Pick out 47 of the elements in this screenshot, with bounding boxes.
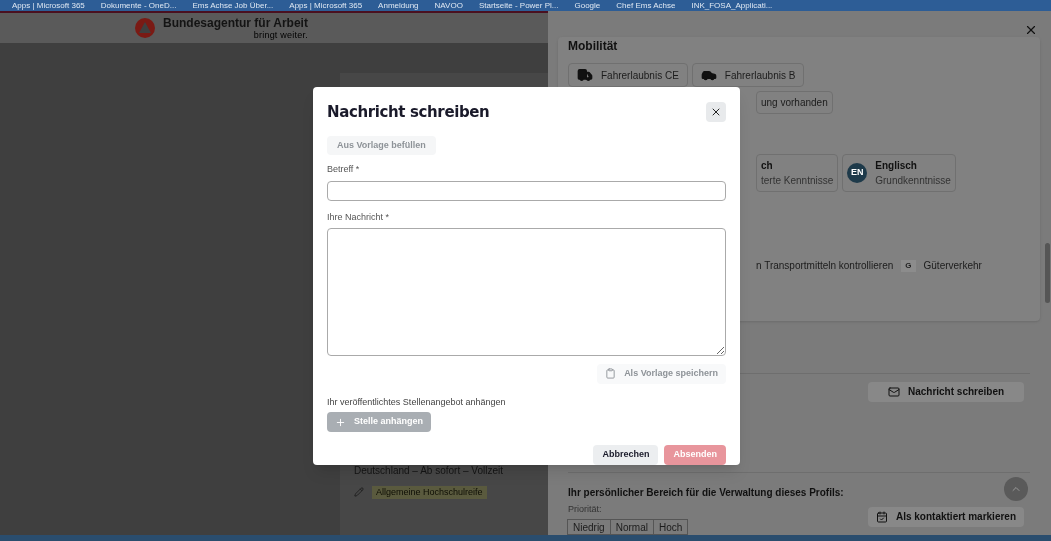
bookmark-link[interactable]: INK_FOSA_Applicati... <box>691 0 773 11</box>
scroll-top-button[interactable] <box>1004 476 1028 501</box>
brand-name: Bundesagentur für Arbeit <box>163 16 308 30</box>
pencil-icon <box>354 487 364 498</box>
language-badge: EN <box>847 163 868 183</box>
truck-icon <box>577 67 593 83</box>
message-field[interactable] <box>327 228 726 356</box>
bookmark-link[interactable]: Ems Achse Job Über... <box>192 0 274 11</box>
language-name: Englisch <box>875 159 918 173</box>
bookmark-link[interactable]: Apps | Microsoft 365 <box>289 0 363 11</box>
skill-label: Güterverkehr <box>923 259 982 273</box>
skill-text: n Transportmitteln kontrollieren <box>756 259 894 273</box>
cancel-button[interactable]: Abbrechen <box>593 445 659 465</box>
bookmark-link[interactable]: Startseite - Power Pl... <box>478 0 559 11</box>
close-icon[interactable] <box>1024 23 1038 37</box>
plus-icon <box>335 416 346 428</box>
calendar-icon <box>875 510 888 523</box>
subject-field[interactable] <box>327 180 726 201</box>
bookmark-link[interactable]: Apps | Microsoft 365 <box>12 0 85 11</box>
attach-label: Ihr veröffentlichtes Stellenangebot anhängen <box>327 395 507 409</box>
bookmark-link[interactable]: Google <box>574 0 601 11</box>
dialog-title: Nachricht schreiben <box>327 102 490 123</box>
section-title: Mobilität <box>568 38 619 55</box>
language-level: terte Kenntnisse <box>761 174 834 188</box>
field-label: Betreff * <box>327 163 361 177</box>
license-label: Fahrerlaubnis B <box>724 68 796 83</box>
mark-contacted-button[interactable]: Als kontaktiert markieren <box>868 506 1024 527</box>
language-level: Grundkenntnisse <box>875 174 951 188</box>
close-button[interactable] <box>706 102 726 123</box>
logo-icon <box>135 18 155 38</box>
personal-area-title: Ihr persönlicher Bereich für die Verwaltung dieses Profils: <box>568 485 844 500</box>
bookmark-link[interactable]: NAVOO <box>434 0 463 11</box>
mail-icon <box>887 385 900 398</box>
bookmark-link[interactable]: Dokumente - OneD... <box>100 0 177 11</box>
priority-label: Priorität: <box>568 502 603 516</box>
education-tag: Allgemeine Hochschulreife <box>372 485 487 499</box>
priority-option[interactable]: Hoch <box>652 519 689 535</box>
bookmark-link[interactable]: Chef Ems Achse <box>616 0 676 11</box>
write-message-button[interactable]: Nachricht schreiben <box>868 381 1024 402</box>
skill-letter: G <box>901 259 916 272</box>
brand-tagline: bringt weiter. <box>253 29 308 40</box>
language-name: ch <box>761 159 774 173</box>
bookmark-link[interactable]: Anmeldung <box>378 0 419 11</box>
chip: ung vorhanden <box>756 91 833 114</box>
field-label: Ihre Nachricht * <box>327 210 391 224</box>
clipboard-icon <box>605 368 617 380</box>
license-label: Fahrerlaubnis CE <box>601 68 679 83</box>
